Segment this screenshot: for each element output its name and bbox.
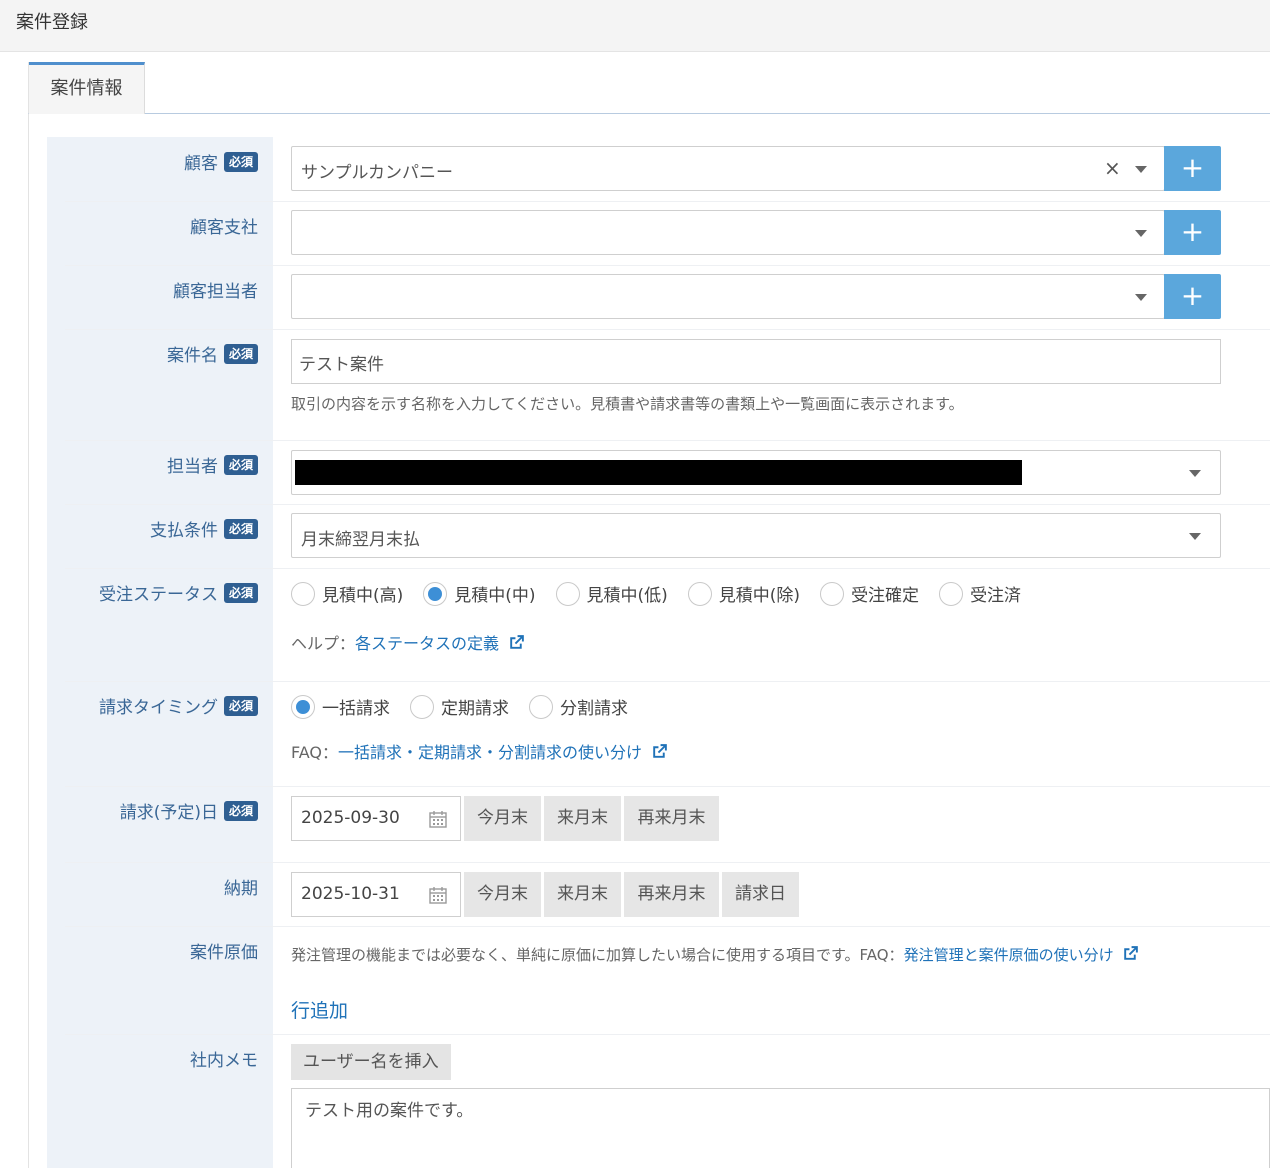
radio-circle[interactable] — [529, 694, 553, 719]
billing-date-button[interactable]: 請求日 — [722, 872, 799, 917]
row-billing-timing: 請求タイミング 必須 一括請求 定期請求 分割請求 FAQ：一括請求・定期請求・… — [47, 681, 1270, 787]
row-delivery-date: 納期 2025-10-31 今月末 来月末 再来月末 請求日 — [47, 862, 1270, 927]
owner-select[interactable] — [291, 450, 1221, 495]
project-cost-help: 発注管理の機能までは必要なく、単純に原価に加算したい場合に使用する項目です。FA… — [291, 944, 1139, 965]
cost-faq-link[interactable]: 発注管理と案件原価の使い分け — [904, 946, 1114, 964]
required-badge: 必須 — [223, 518, 258, 539]
delivery-date-input[interactable]: 2025-10-31 — [291, 872, 461, 917]
delivery-date-label: 納期 — [224, 879, 258, 899]
month-after-next-end-button[interactable]: 再来月末 — [624, 796, 719, 841]
owner-label: 担当者 必須 — [167, 452, 258, 477]
customer-contact-select[interactable] — [291, 274, 1165, 319]
redacted-owner — [295, 460, 1022, 485]
status-definition-link[interactable]: 各ステータスの定義 — [355, 634, 499, 653]
add-customer-branch-button[interactable]: + — [1164, 210, 1221, 255]
external-link-icon[interactable] — [508, 634, 525, 651]
insert-username-button[interactable]: ユーザー名を挿入 — [291, 1044, 451, 1080]
radio-circle[interactable] — [410, 694, 434, 719]
project-name-input[interactable]: テスト案件 — [291, 339, 1221, 384]
internal-memo-label: 社内メモ — [190, 1051, 258, 1071]
add-row-link[interactable]: 行追加 — [291, 996, 348, 1023]
row-order-status: 受注ステータス 必須 見積中(高) 見積中(中) 見積中(低) 見積中(除) 受… — [47, 568, 1270, 682]
row-payment-terms: 支払条件 必須 月末締翌月末払 — [47, 504, 1270, 569]
customer-contact-label: 顧客担当者 — [173, 282, 258, 302]
chevron-down-icon — [1135, 294, 1147, 301]
internal-memo-textarea[interactable]: テスト用の案件です。 — [291, 1088, 1270, 1168]
customer-label: 顧客 必須 — [184, 149, 258, 174]
row-owner: 担当者 必須 — [47, 440, 1270, 505]
radio-circle[interactable] — [820, 581, 845, 606]
project-name-label: 案件名 必須 — [167, 341, 258, 366]
payment-terms-select[interactable]: 月末締翌月末払 — [291, 513, 1221, 558]
project-form: 顧客 必須 サンプルカンパニー × + 顧客支社 + 顧客担当者 + 案件名 必… — [47, 137, 1270, 1168]
billing-timing-label: 請求タイミング 必須 — [99, 693, 258, 718]
required-badge: 必須 — [223, 582, 258, 603]
radio-circle[interactable] — [555, 581, 580, 606]
radio-circle[interactable] — [687, 581, 712, 606]
project-cost-label: 案件原価 — [190, 943, 258, 963]
order-status-help: ヘルプ：各ステータスの定義 — [291, 630, 525, 654]
billing-option-periodic[interactable]: 定期請求 — [410, 694, 509, 719]
this-month-end-button[interactable]: 今月末 — [464, 796, 541, 841]
customer-branch-select[interactable] — [291, 210, 1165, 255]
row-customer-contact: 顧客担当者 + — [47, 265, 1270, 330]
required-badge: 必須 — [223, 151, 258, 172]
page-header: 案件登録 — [0, 0, 1270, 52]
status-option-excluded[interactable]: 見積中(除) — [687, 581, 800, 606]
calendar-icon[interactable] — [428, 885, 448, 905]
page-title: 案件登録 — [16, 12, 88, 33]
next-month-end-button[interactable]: 来月末 — [544, 872, 621, 917]
month-after-next-end-button[interactable]: 再来月末 — [624, 872, 719, 917]
radio-circle[interactable] — [939, 581, 964, 606]
required-badge: 必須 — [223, 695, 258, 716]
radio-circle-selected[interactable] — [291, 694, 315, 719]
external-link-icon[interactable] — [1122, 945, 1139, 962]
billing-date-label: 請求(予定)日 必須 — [120, 798, 258, 823]
customer-select[interactable]: サンプルカンパニー × — [291, 146, 1165, 191]
billing-date-input[interactable]: 2025-09-30 — [291, 796, 461, 841]
row-billing-date: 請求(予定)日 必須 2025-09-30 今月末 来月末 再来月末 — [47, 786, 1270, 863]
chevron-down-icon — [1189, 470, 1201, 477]
required-badge: 必須 — [223, 343, 258, 364]
radio-circle[interactable] — [291, 581, 315, 606]
tab-project-info[interactable]: 案件情報 — [29, 62, 145, 114]
next-month-end-button[interactable]: 来月末 — [544, 796, 621, 841]
billing-option-split[interactable]: 分割請求 — [529, 694, 628, 719]
chevron-down-icon — [1189, 533, 1201, 540]
row-customer-branch: 顧客支社 + — [47, 201, 1270, 266]
radio-circle-selected[interactable] — [423, 581, 448, 606]
status-option-mid[interactable]: 見積中(中) — [423, 581, 536, 606]
required-badge: 必須 — [223, 454, 258, 475]
external-link-icon[interactable] — [651, 743, 668, 760]
row-project-cost: 案件原価 発注管理の機能までは必要なく、単純に原価に加算したい場合に使用する項目… — [47, 926, 1270, 1035]
this-month-end-button[interactable]: 今月末 — [464, 872, 541, 917]
row-customer: 顧客 必須 サンプルカンパニー × + — [47, 137, 1270, 202]
order-status-radio-group: 見積中(高) 見積中(中) 見積中(低) 見積中(除) 受注確定 受注済 — [291, 581, 1041, 606]
row-project-name: 案件名 必須 テスト案件 取引の内容を示す名称を入力してください。見積書や請求書… — [47, 329, 1270, 441]
row-internal-memo: 社内メモ ユーザー名を挿入 テスト用の案件です。 — [47, 1034, 1270, 1168]
tab-bar: 案件情報 — [28, 62, 1270, 114]
required-badge: 必須 — [223, 800, 258, 821]
project-name-help: 取引の内容を示す名称を入力してください。見積書や請求書等の書類上や一覧画面に表示… — [291, 395, 964, 413]
status-option-ordered[interactable]: 受注済 — [939, 581, 1021, 606]
add-customer-button[interactable]: + — [1164, 146, 1221, 191]
status-option-low[interactable]: 見積中(低) — [555, 581, 668, 606]
order-status-label: 受注ステータス 必須 — [99, 580, 258, 605]
chevron-down-icon — [1135, 230, 1147, 237]
billing-timing-faq: FAQ：一括請求・定期請求・分割請求の使い分け — [291, 739, 668, 763]
status-option-confirmed[interactable]: 受注確定 — [820, 581, 919, 606]
payment-terms-label: 支払条件 必須 — [150, 516, 258, 541]
chevron-down-icon — [1135, 166, 1147, 173]
calendar-icon[interactable] — [428, 809, 448, 829]
status-option-high[interactable]: 見積中(高) — [291, 581, 403, 606]
clear-icon[interactable]: × — [1104, 156, 1121, 180]
add-customer-contact-button[interactable]: + — [1164, 274, 1221, 319]
billing-timing-radio-group: 一括請求 定期請求 分割請求 — [291, 694, 648, 719]
content-border — [28, 114, 29, 1168]
billing-faq-link[interactable]: 一括請求・定期請求・分割請求の使い分け — [338, 743, 642, 762]
customer-branch-label: 顧客支社 — [190, 218, 258, 238]
billing-option-lump[interactable]: 一括請求 — [291, 694, 390, 719]
